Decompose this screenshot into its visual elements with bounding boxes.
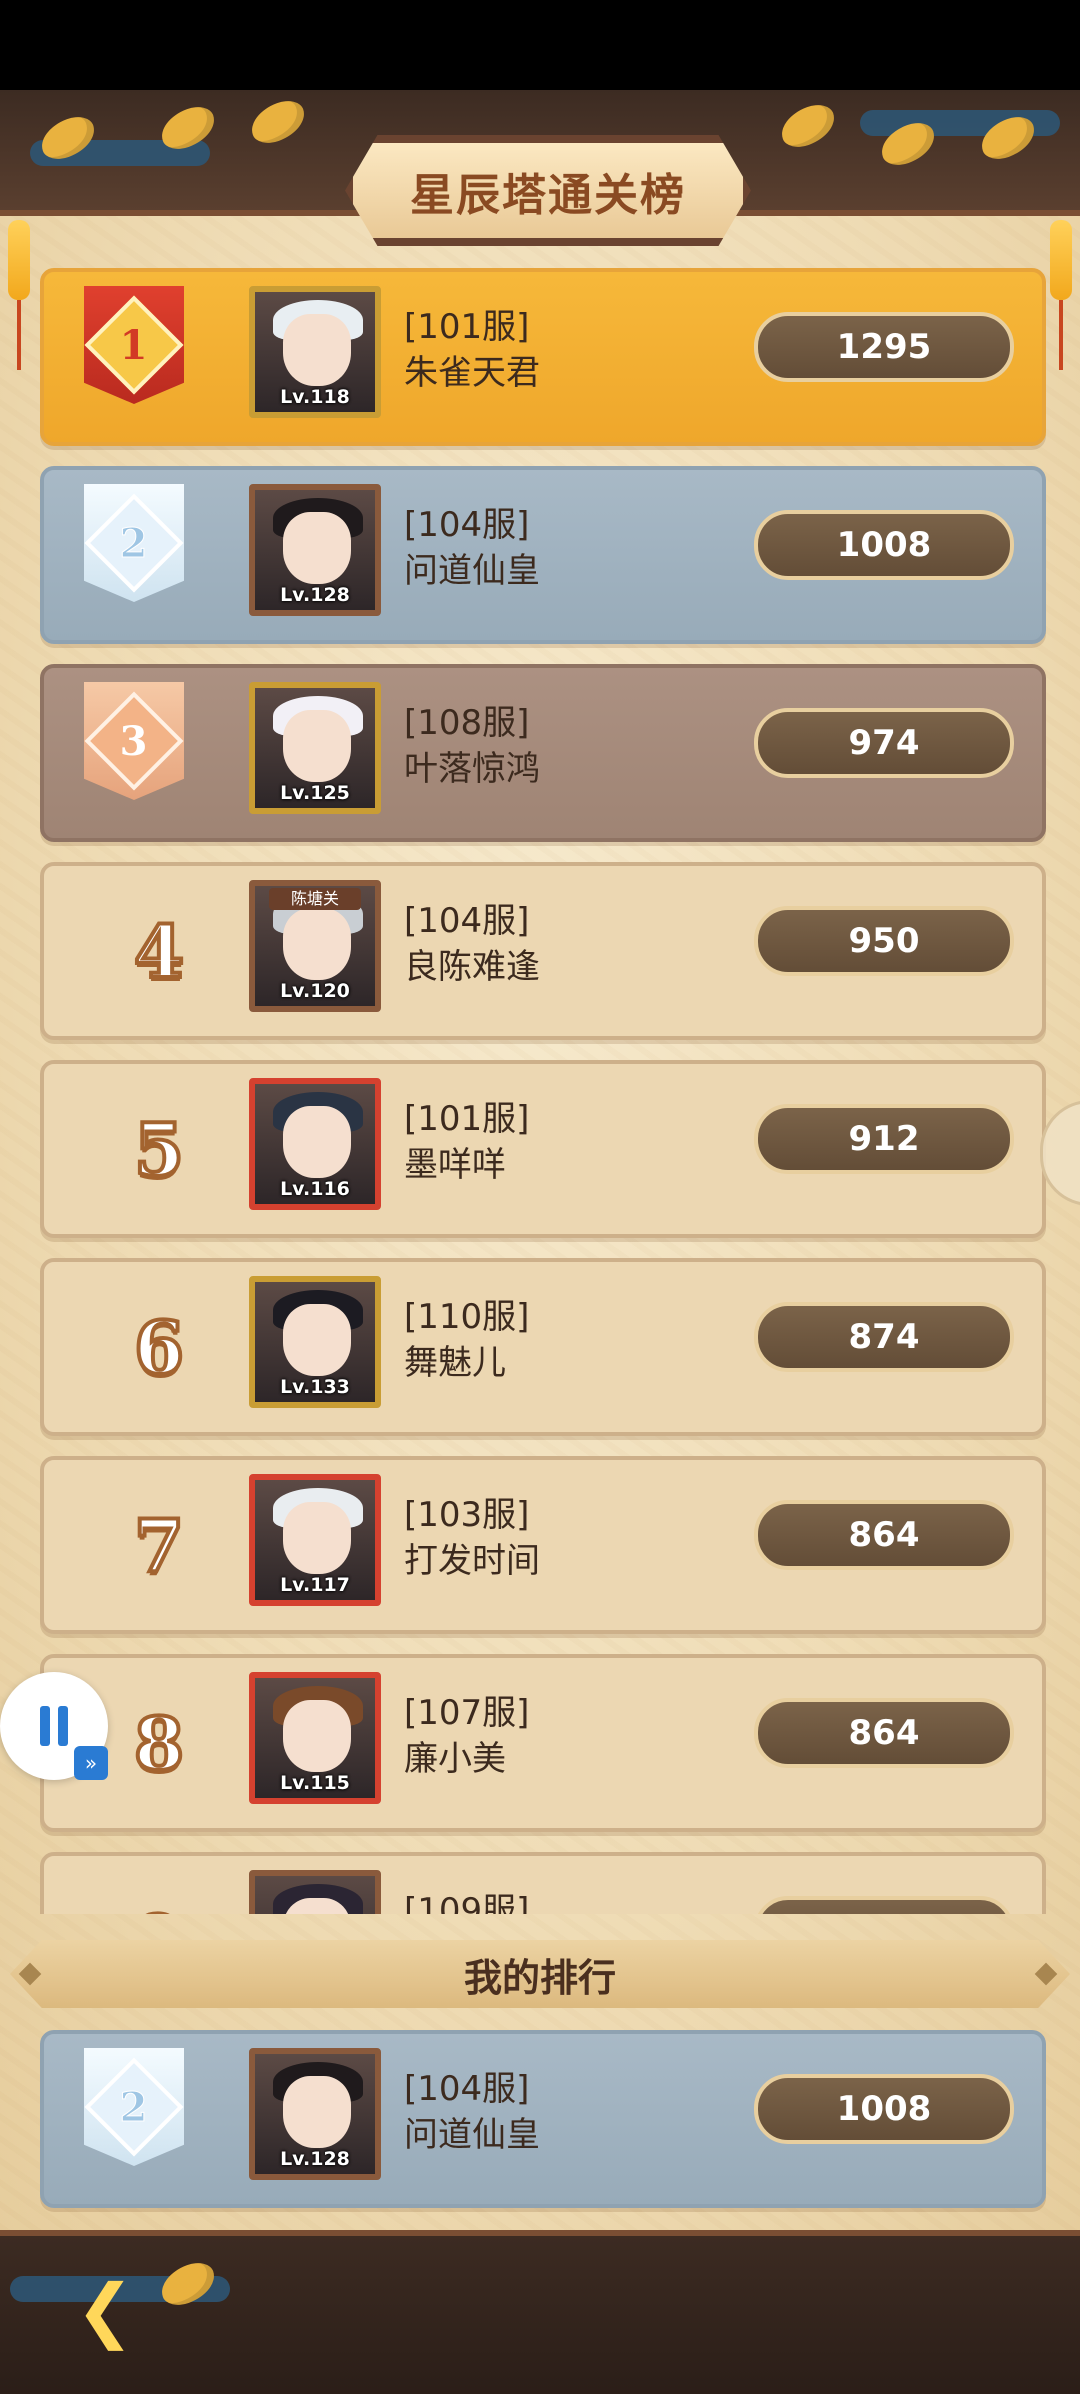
player-level: Lv.118 [280, 386, 350, 408]
my-rank-number: 2 [120, 2083, 149, 2131]
player-score [754, 1896, 1014, 1914]
player-score: 1008 [754, 510, 1014, 580]
player-avatar[interactable]: Lv.125 [249, 682, 381, 814]
page-title: 星辰塔通关榜 [410, 169, 686, 221]
player-server: [109服] [404, 1891, 530, 1914]
player-title-tag: 陈塘关 [269, 888, 361, 910]
player-level: Lv.133 [280, 1376, 350, 1398]
ginkgo-leaf-decoration [155, 2257, 221, 2311]
leaderboard-row[interactable]: 2 Lv.128 [104服] 问道仙皇 1008 [40, 466, 1046, 644]
player-name: 良陈难逢 [404, 947, 540, 987]
back-arrow-icon[interactable]: ❮ [55, 2275, 155, 2345]
page-title-plaque: 星辰塔通关榜 [345, 135, 751, 246]
leaderboard-row[interactable]: 3 Lv.125 [108服] 叶落惊鸿 974 [40, 664, 1046, 842]
player-server: [110服] [404, 1297, 530, 1337]
leaderboard-row[interactable]: 9 [109服] [40, 1852, 1046, 1914]
rank-number: 5 [132, 1105, 186, 1194]
player-level: Lv.128 [280, 584, 350, 606]
rank-banner-bronze: 3 [84, 682, 184, 800]
player-score: 864 [754, 1500, 1014, 1570]
rank-banner-silver: 2 [84, 2048, 184, 2166]
player-score: 864 [754, 1698, 1014, 1768]
leaderboard-row[interactable]: 5 Lv.116 [101服] 墨咩咩 912 [40, 1060, 1046, 1238]
rank-number: 3 [120, 717, 148, 765]
fast-forward-icon[interactable]: » [74, 1746, 108, 1780]
rank-number: 6 [132, 1303, 186, 1392]
my-score: 1008 [754, 2074, 1014, 2144]
player-name: 墨咩咩 [404, 1145, 506, 1185]
leaderboard-row[interactable]: 8 Lv.115 [107服] 廉小美 864 [40, 1654, 1046, 1832]
leaderboard-row[interactable]: 6 Lv.133 [110服] 舞魅儿 874 [40, 1258, 1046, 1436]
player-server: [101服] [404, 307, 530, 347]
player-avatar[interactable]: Lv.128 [249, 484, 381, 616]
player-avatar[interactable]: Lv.118 [249, 286, 381, 418]
my-server: [104服] [404, 2069, 530, 2109]
player-avatar[interactable]: Lv.115 [249, 1672, 381, 1804]
player-name: 舞魅儿 [404, 1343, 506, 1383]
player-avatar[interactable]: Lv.116 [249, 1078, 381, 1210]
player-server: [108服] [404, 703, 530, 743]
my-rank-header: 我的排行 [10, 1940, 1070, 2008]
player-score: 912 [754, 1104, 1014, 1174]
leaderboard-row[interactable]: 7 Lv.117 [103服] 打发时间 864 [40, 1456, 1046, 1634]
player-avatar[interactable]: 陈塘关 Lv.120 [249, 880, 381, 1012]
rank-number: 2 [120, 519, 149, 567]
player-score: 974 [754, 708, 1014, 778]
player-level: Lv.117 [280, 1574, 350, 1596]
leaderboard-row[interactable]: 4 陈塘关 Lv.120 [104服] 良陈难逢 950 [40, 862, 1046, 1040]
player-level: Lv.120 [280, 980, 350, 1002]
rank-number: 7 [132, 1501, 186, 1590]
player-server: [104服] [404, 901, 530, 941]
rank-number: 8 [132, 1699, 186, 1788]
player-name: 打发时间 [404, 1541, 540, 1581]
player-server: [101服] [404, 1099, 530, 1139]
ginkgo-leaf-decoration [775, 99, 841, 153]
player-score: 1295 [754, 312, 1014, 382]
player-avatar[interactable] [249, 1870, 381, 1914]
player-score: 874 [754, 1302, 1014, 1372]
player-name: 廉小美 [404, 1739, 506, 1779]
ginkgo-leaf-decoration [245, 95, 311, 149]
my-rank-label: 我的排行 [463, 1955, 616, 2000]
my-level: Lv.128 [280, 2148, 350, 2170]
bottom-decoration-band [0, 2230, 1080, 2394]
my-name: 问道仙皇 [404, 2115, 540, 2155]
player-level: Lv.116 [280, 1178, 350, 1200]
player-name: 问道仙皇 [404, 551, 540, 591]
player-level: Lv.125 [280, 782, 350, 804]
player-level: Lv.115 [280, 1772, 350, 1794]
player-score: 950 [754, 906, 1014, 976]
player-server: [107服] [404, 1693, 530, 1733]
player-server: [104服] [404, 505, 530, 545]
player-avatar[interactable]: Lv.133 [249, 1276, 381, 1408]
rank-number: 1 [120, 321, 148, 369]
my-avatar[interactable]: Lv.128 [249, 2048, 381, 2180]
leaderboard-list[interactable]: 1 Lv.118 [101服] 朱雀天君 1295 2 Lv.128 [104服… [0, 262, 1080, 1914]
rank-number: 9 [104, 1886, 214, 1915]
player-avatar[interactable]: Lv.117 [249, 1474, 381, 1606]
player-server: [103服] [404, 1495, 530, 1535]
player-name: 朱雀天君 [404, 353, 540, 393]
status-bar [0, 0, 1080, 90]
leaderboard-row[interactable]: 1 Lv.118 [101服] 朱雀天君 1295 [40, 268, 1046, 446]
rank-banner-gold: 1 [84, 286, 184, 404]
player-name: 叶落惊鸿 [404, 749, 540, 789]
my-rank-row[interactable]: 2 Lv.128 [104服] 问道仙皇 1008 [40, 2030, 1046, 2208]
rank-number: 4 [132, 907, 186, 996]
rank-banner-silver: 2 [84, 484, 184, 602]
